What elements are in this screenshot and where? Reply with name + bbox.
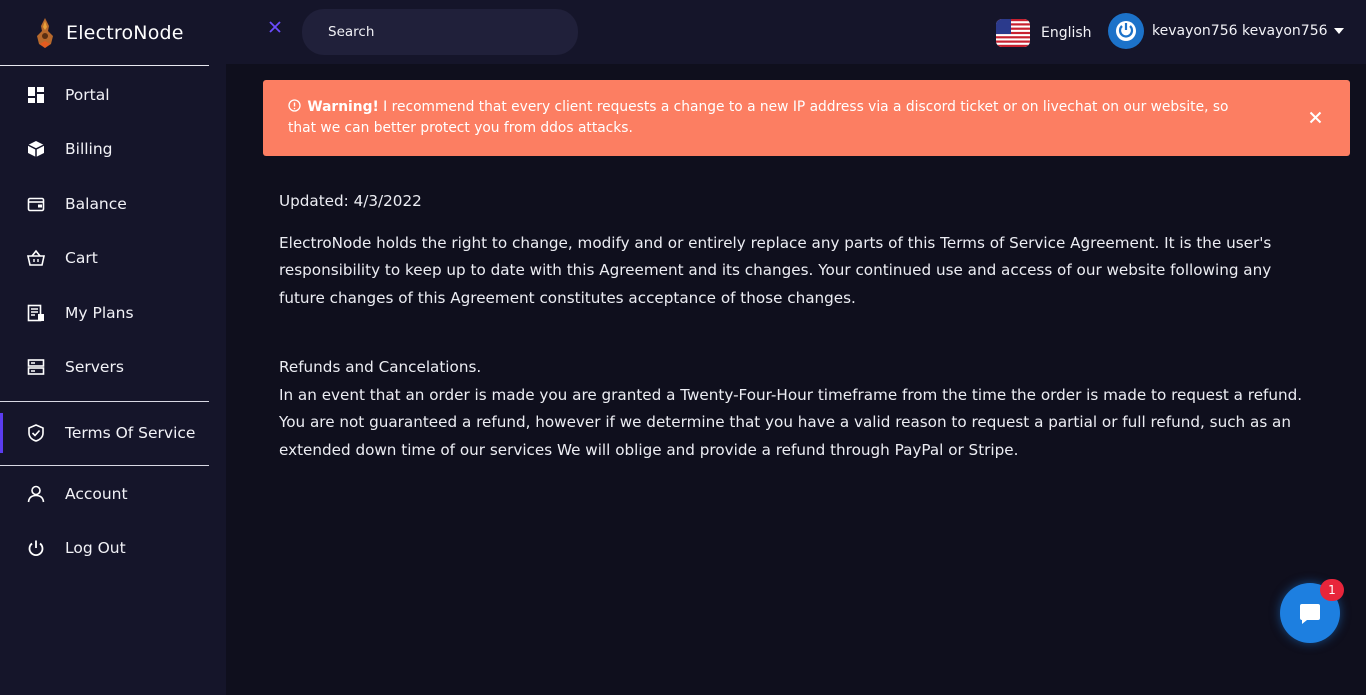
updated-date: Updated: 4/3/2022 bbox=[279, 192, 422, 210]
sidebar: ElectroNode Portal Billing Balance Cart bbox=[0, 0, 226, 695]
brand-name: ElectroNode bbox=[66, 21, 184, 44]
sidebar-item-label: Terms Of Service bbox=[65, 424, 196, 442]
close-icon[interactable] bbox=[1309, 111, 1322, 124]
search-input[interactable] bbox=[302, 9, 578, 55]
box-icon bbox=[27, 141, 45, 157]
alert-message: I recommend that every client requests a… bbox=[288, 99, 1229, 136]
sidebar-item-label: My Plans bbox=[65, 304, 134, 322]
sidebar-item-label: Portal bbox=[65, 86, 110, 104]
sidebar-item-label: Log Out bbox=[65, 539, 126, 557]
alert-title: Warning! bbox=[307, 99, 379, 115]
user-icon bbox=[27, 485, 45, 503]
brand[interactable]: ElectroNode bbox=[0, 0, 209, 66]
language-selector[interactable]: English bbox=[996, 18, 1092, 48]
sidebar-divider bbox=[0, 401, 209, 402]
user-menu[interactable]: kevayon756 kevayon756 bbox=[1108, 13, 1344, 49]
user-name: kevayon756 kevayon756 bbox=[1152, 23, 1328, 39]
sidebar-item-account[interactable]: Account bbox=[0, 474, 209, 514]
server-icon bbox=[27, 359, 45, 375]
warning-alert: Warning! I recommend that every client r… bbox=[263, 80, 1350, 156]
sidebar-item-label: Billing bbox=[65, 140, 113, 158]
terms-paragraph: ElectroNode holds the right to change, m… bbox=[279, 233, 1272, 307]
top-bar: English kevayon756 kevayon756 bbox=[226, 0, 1366, 64]
notification-badge: 1 bbox=[1320, 579, 1344, 601]
sidebar-item-billing[interactable]: Billing bbox=[0, 129, 209, 169]
sidebar-item-cart[interactable]: Cart bbox=[0, 238, 209, 278]
basket-icon bbox=[27, 249, 45, 266]
sidebar-item-terms-of-service[interactable]: Terms Of Service bbox=[0, 413, 209, 453]
sidebar-item-label: Servers bbox=[65, 358, 124, 376]
close-sidebar-icon[interactable] bbox=[268, 20, 282, 34]
language-label: English bbox=[1041, 25, 1092, 41]
chevron-down-icon bbox=[1333, 28, 1344, 34]
sidebar-item-servers[interactable]: Servers bbox=[0, 347, 209, 387]
sidebar-item-my-plans[interactable]: My Plans bbox=[0, 293, 209, 333]
power-icon bbox=[28, 540, 44, 557]
plans-icon bbox=[27, 304, 44, 322]
sidebar-item-portal[interactable]: Portal bbox=[0, 75, 209, 115]
sidebar-item-label: Balance bbox=[65, 195, 127, 213]
refund-paragraph: In an event that an order is made you ar… bbox=[279, 385, 1303, 459]
dashboard-icon bbox=[28, 87, 44, 103]
refund-heading: Refunds and Cancelations. bbox=[279, 358, 482, 376]
logo-icon bbox=[37, 17, 53, 48]
sidebar-divider bbox=[0, 465, 209, 466]
sidebar-item-label: Account bbox=[65, 485, 128, 503]
terms-content: Updated: 4/3/2022 ElectroNode holds the … bbox=[279, 188, 1319, 479]
chat-bubble-icon bbox=[1300, 604, 1320, 624]
us-flag-icon bbox=[996, 19, 1030, 47]
power-avatar-icon bbox=[1116, 21, 1136, 41]
wallet-icon bbox=[27, 197, 45, 212]
avatar bbox=[1108, 13, 1144, 49]
sidebar-item-log-out[interactable]: Log Out bbox=[0, 528, 209, 568]
sidebar-item-label: Cart bbox=[65, 249, 98, 267]
sidebar-item-balance[interactable]: Balance bbox=[0, 184, 209, 224]
shield-check-icon bbox=[28, 424, 44, 442]
info-icon bbox=[288, 99, 301, 112]
